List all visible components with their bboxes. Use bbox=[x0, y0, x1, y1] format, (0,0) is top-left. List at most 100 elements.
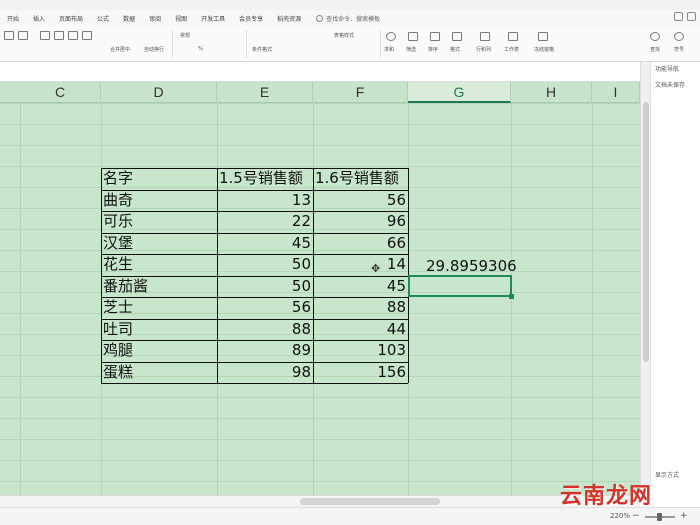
table-cell-d16[interactable]: 44 bbox=[313, 319, 408, 340]
table-cell-d15[interactable]: 22 bbox=[217, 211, 313, 232]
filter-icon[interactable] bbox=[408, 32, 418, 41]
table-border bbox=[101, 297, 408, 298]
command-search[interactable]: 查找命令、搜索模板 bbox=[316, 14, 380, 23]
header-cell-d16[interactable]: 1.6号销售额 bbox=[313, 168, 408, 189]
format-button[interactable]: 格式 bbox=[450, 46, 460, 53]
format-icon[interactable] bbox=[452, 32, 462, 41]
table-cell-d15[interactable]: 56 bbox=[217, 297, 313, 318]
find-button[interactable]: 查找 bbox=[650, 46, 660, 53]
sort-button[interactable]: 排序 bbox=[428, 46, 438, 53]
column-header-e[interactable]: E bbox=[217, 82, 313, 103]
column-header-i[interactable]: I bbox=[592, 82, 640, 103]
table-cell-d15[interactable]: 50 bbox=[217, 254, 313, 275]
zoom-slider-knob[interactable] bbox=[657, 513, 662, 521]
percent-icon[interactable]: % bbox=[198, 46, 203, 52]
table-cell-name[interactable]: 番茄酱 bbox=[101, 276, 217, 297]
table-cell-name[interactable]: 芝士 bbox=[101, 297, 217, 318]
worksheet-area[interactable]: C D E F G H I 名字 1.5号销售额 1.6号销售额 曲奇 13 56 可乐 22… bbox=[0, 82, 640, 495]
tab-formula[interactable]: 公式 bbox=[90, 14, 116, 23]
header-cell-name[interactable]: 名字 bbox=[101, 168, 217, 189]
table-cell-d15[interactable]: 45 bbox=[217, 233, 313, 254]
table-cell-name[interactable]: 鸡腿 bbox=[101, 340, 217, 361]
side-panel-title: 功能导航 bbox=[655, 66, 680, 73]
table-cell-d15[interactable]: 13 bbox=[217, 190, 313, 211]
worksheet-icon[interactable] bbox=[508, 32, 518, 41]
auto-wrap-button[interactable]: 自动换行 bbox=[144, 46, 164, 53]
column-header-g[interactable]: G bbox=[408, 82, 511, 103]
table-cell-d15[interactable]: 88 bbox=[217, 319, 313, 340]
vertical-scroll-thumb[interactable] bbox=[643, 102, 649, 362]
formula-bar[interactable] bbox=[0, 62, 640, 82]
zoom-out-button[interactable]: − bbox=[632, 511, 640, 521]
align-center-icon[interactable] bbox=[54, 31, 64, 40]
align-left-icon[interactable] bbox=[40, 31, 50, 40]
tab-resources[interactable]: 稻壳资源 bbox=[270, 14, 308, 23]
table-cell-name[interactable]: 花生 bbox=[101, 254, 217, 275]
share-icon[interactable] bbox=[687, 12, 696, 21]
side-panel-footer[interactable]: 显示方式 bbox=[655, 470, 679, 479]
vertical-scrollbar[interactable] bbox=[640, 62, 650, 495]
table-border bbox=[101, 168, 102, 383]
merge-center-button[interactable]: 合并居中 bbox=[110, 46, 130, 53]
horizontal-scroll-thumb[interactable] bbox=[300, 498, 440, 505]
sum-icon[interactable] bbox=[386, 32, 396, 41]
tab-review[interactable]: 审阅 bbox=[142, 14, 168, 23]
table-cell-d16[interactable]: 14 bbox=[313, 254, 408, 275]
table-cell-name[interactable]: 曲奇 bbox=[101, 190, 217, 211]
align-right-icon[interactable] bbox=[68, 31, 78, 40]
tab-data[interactable]: 数据 bbox=[116, 14, 142, 23]
table-cell-d16[interactable]: 96 bbox=[313, 211, 408, 232]
rows-columns-icon[interactable] bbox=[480, 32, 490, 41]
table-cell-name[interactable]: 可乐 bbox=[101, 211, 217, 232]
tab-insert[interactable]: 插入 bbox=[26, 14, 52, 23]
table-cell-d15[interactable]: 89 bbox=[217, 340, 313, 361]
fill-handle[interactable] bbox=[509, 294, 514, 299]
find-icon[interactable] bbox=[650, 32, 660, 41]
worksheet-button[interactable]: 工作表 bbox=[504, 46, 519, 53]
wrap-icon[interactable] bbox=[82, 31, 92, 40]
conditional-format-button[interactable]: 条件格式 bbox=[252, 46, 272, 53]
rows-columns-button[interactable]: 行和列 bbox=[476, 46, 491, 53]
font-color-icon[interactable] bbox=[4, 31, 14, 40]
fill-color-icon[interactable] bbox=[18, 31, 28, 40]
number-format-select[interactable]: 常规 bbox=[180, 32, 190, 39]
table-cell-d16[interactable]: 88 bbox=[313, 297, 408, 318]
zoom-level[interactable]: 220% bbox=[610, 512, 630, 520]
grid-row-line bbox=[0, 481, 640, 482]
table-cell-name[interactable]: 蛋糕 bbox=[101, 362, 217, 383]
horizontal-scrollbar[interactable] bbox=[0, 495, 640, 507]
symbol-button[interactable]: 符号 bbox=[674, 46, 684, 53]
table-style-button[interactable]: 表格样式 bbox=[334, 32, 354, 39]
table-cell-d16[interactable]: 56 bbox=[313, 190, 408, 211]
cloud-icon[interactable] bbox=[674, 12, 683, 21]
sum-button[interactable]: 求和 bbox=[384, 46, 394, 53]
selected-cell-g[interactable] bbox=[408, 275, 512, 297]
symbol-icon[interactable] bbox=[674, 32, 684, 41]
result-cell-g[interactable]: 29.8959306 bbox=[424, 256, 517, 277]
freeze-panes-button[interactable]: 冻结窗格 bbox=[534, 46, 554, 53]
table-cell-d15[interactable]: 98 bbox=[217, 362, 313, 383]
tab-developer[interactable]: 开发工具 bbox=[194, 14, 232, 23]
table-cell-d16[interactable]: 103 bbox=[313, 340, 408, 361]
tab-member[interactable]: 会员专享 bbox=[232, 14, 270, 23]
tab-page-layout[interactable]: 页面布局 bbox=[52, 14, 90, 23]
cursor-icon: ✥ bbox=[371, 262, 381, 275]
column-header-f[interactable]: F bbox=[313, 82, 408, 103]
side-panel-item[interactable]: 文档未保存 bbox=[655, 80, 685, 89]
column-header-h[interactable]: H bbox=[511, 82, 592, 103]
filter-button[interactable]: 筛选 bbox=[406, 46, 416, 53]
header-cell-d15[interactable]: 1.5号销售额 bbox=[217, 168, 313, 189]
table-cell-name[interactable]: 吐司 bbox=[101, 319, 217, 340]
tab-view[interactable]: 视图 bbox=[168, 14, 194, 23]
zoom-in-button[interactable]: + bbox=[680, 511, 688, 521]
table-cell-d16[interactable]: 45 bbox=[313, 276, 408, 297]
table-cell-d15[interactable]: 50 bbox=[217, 276, 313, 297]
column-header-d[interactable]: D bbox=[101, 82, 217, 103]
table-cell-name[interactable]: 汉堡 bbox=[101, 233, 217, 254]
table-cell-d16[interactable]: 156 bbox=[313, 362, 408, 383]
freeze-panes-icon[interactable] bbox=[538, 32, 548, 41]
column-header-c[interactable]: C bbox=[20, 82, 101, 103]
tab-home[interactable]: 开始 bbox=[0, 14, 26, 23]
table-cell-d16[interactable]: 66 bbox=[313, 233, 408, 254]
sort-icon[interactable] bbox=[430, 32, 440, 41]
